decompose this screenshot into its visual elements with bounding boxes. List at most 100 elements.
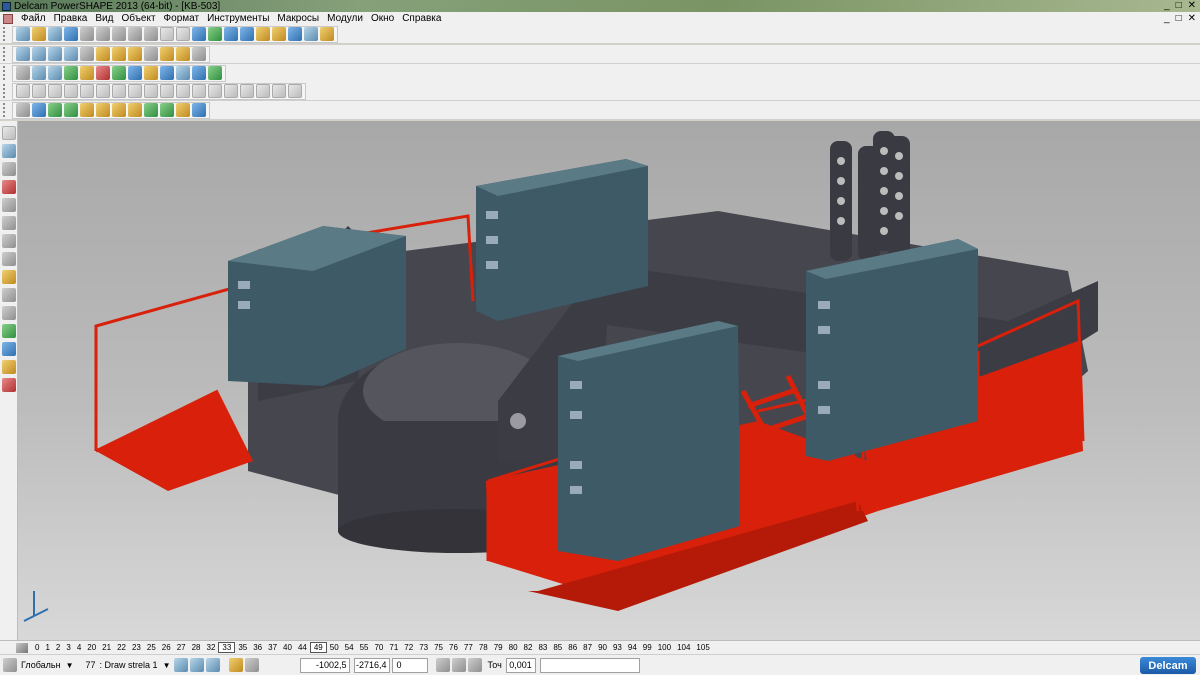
surface-icon[interactable] bbox=[272, 27, 286, 41]
surface-spline-icon[interactable] bbox=[208, 84, 222, 98]
menu-object[interactable]: Объект bbox=[117, 13, 159, 24]
toolbar-grip[interactable] bbox=[3, 47, 9, 61]
level-86[interactable]: 86 bbox=[565, 643, 580, 652]
project-icon[interactable] bbox=[1, 306, 16, 320]
menu-window[interactable]: Окно bbox=[367, 13, 398, 24]
tolerance-field[interactable]: 0,001 bbox=[505, 657, 536, 673]
tolerance-icon[interactable] bbox=[468, 658, 483, 672]
level-70[interactable]: 70 bbox=[371, 643, 386, 652]
solid-analysis-icon[interactable] bbox=[176, 103, 190, 117]
box-icon[interactable] bbox=[144, 66, 158, 80]
view-top-icon[interactable] bbox=[48, 47, 62, 61]
undo-icon[interactable] bbox=[160, 27, 174, 41]
rotate-icon[interactable] bbox=[1, 252, 16, 266]
level-79[interactable]: 79 bbox=[491, 643, 506, 652]
surface-corner-icon[interactable] bbox=[240, 84, 254, 98]
solid-mirror-icon[interactable] bbox=[144, 103, 158, 117]
level-49[interactable]: 49 bbox=[309, 642, 327, 653]
level-32[interactable]: 32 bbox=[204, 643, 219, 652]
solid-shell-icon[interactable] bbox=[112, 103, 126, 117]
open-file-icon[interactable] bbox=[32, 27, 46, 41]
surface-loft-icon[interactable] bbox=[64, 84, 78, 98]
intelligent-cursor-icon[interactable] bbox=[452, 658, 467, 672]
level-71[interactable]: 71 bbox=[386, 643, 401, 652]
menu-view[interactable]: Вид bbox=[91, 13, 117, 24]
arc-icon[interactable] bbox=[240, 27, 254, 41]
doc-close-button[interactable]: ✕ bbox=[1188, 13, 1196, 24]
menu-tools[interactable]: Инструменты bbox=[203, 13, 273, 24]
curve-icon[interactable] bbox=[256, 27, 270, 41]
command-field[interactable] bbox=[539, 657, 640, 673]
view-rotate-icon[interactable] bbox=[80, 47, 94, 61]
level-23[interactable]: 23 bbox=[129, 643, 144, 652]
surface-extrude-icon[interactable] bbox=[16, 84, 30, 98]
level-1[interactable]: 1 bbox=[42, 643, 52, 652]
selection-filter-icon[interactable] bbox=[1, 144, 16, 158]
surface-fill-icon[interactable] bbox=[128, 84, 142, 98]
view-iso-icon[interactable] bbox=[16, 47, 30, 61]
toolbar-grip[interactable] bbox=[3, 66, 9, 80]
level-28[interactable]: 28 bbox=[189, 643, 204, 652]
level-83[interactable]: 83 bbox=[535, 643, 550, 652]
level-94[interactable]: 94 bbox=[625, 643, 640, 652]
level-22[interactable]: 22 bbox=[114, 643, 129, 652]
level-50[interactable]: 50 bbox=[327, 643, 342, 652]
erase-icon[interactable] bbox=[1, 378, 16, 392]
position-icon[interactable] bbox=[436, 658, 451, 672]
arrow-icon[interactable] bbox=[112, 66, 126, 80]
scale-icon[interactable] bbox=[1, 234, 16, 248]
z-coordinate-field[interactable]: 0 bbox=[392, 657, 429, 673]
level-104[interactable]: 104 bbox=[674, 643, 693, 652]
light-icon[interactable] bbox=[176, 47, 190, 61]
assembly-icon[interactable] bbox=[208, 66, 222, 80]
close-file-icon[interactable] bbox=[48, 27, 62, 41]
solid-cut-icon[interactable] bbox=[80, 103, 94, 117]
level-85[interactable]: 85 bbox=[550, 643, 565, 652]
level-99[interactable]: 99 bbox=[640, 643, 655, 652]
zoom-in-icon[interactable] bbox=[96, 47, 110, 61]
offset-icon[interactable] bbox=[1, 288, 16, 302]
workplane-icon[interactable] bbox=[160, 66, 174, 80]
surface-trim-icon[interactable] bbox=[112, 84, 126, 98]
star-icon[interactable] bbox=[1, 270, 16, 284]
close-button[interactable]: ✕ bbox=[1188, 0, 1196, 11]
level-26[interactable]: 26 bbox=[159, 643, 174, 652]
level-90[interactable]: 90 bbox=[595, 643, 610, 652]
solid-icon[interactable] bbox=[288, 27, 302, 41]
solid-history-icon[interactable] bbox=[160, 103, 174, 117]
level-54[interactable]: 54 bbox=[342, 643, 357, 652]
solid-boolean-icon[interactable] bbox=[64, 103, 78, 117]
document-icon[interactable] bbox=[32, 66, 46, 80]
level-2[interactable]: 2 bbox=[53, 643, 63, 652]
menu-modules[interactable]: Модули bbox=[323, 13, 367, 24]
select-icon[interactable] bbox=[192, 27, 206, 41]
menu-macros[interactable]: Макросы bbox=[273, 13, 323, 24]
circle-icon[interactable] bbox=[224, 27, 238, 41]
surface-offset-icon[interactable] bbox=[80, 84, 94, 98]
zoom-fit-icon[interactable] bbox=[128, 47, 142, 61]
y-coordinate-field[interactable]: -2716,4 bbox=[354, 657, 391, 673]
surface-edge-icon[interactable] bbox=[256, 84, 270, 98]
grid-icon[interactable] bbox=[245, 658, 260, 672]
minimize-button[interactable]: _ bbox=[1164, 0, 1170, 11]
pan-icon[interactable] bbox=[192, 47, 206, 61]
doc-minimize-button[interactable]: _ bbox=[1164, 13, 1170, 24]
solid-move-icon[interactable] bbox=[32, 103, 46, 117]
mesh-icon[interactable] bbox=[304, 27, 318, 41]
solid-feature-icon[interactable] bbox=[48, 103, 62, 117]
dimension-icon[interactable] bbox=[1, 342, 16, 356]
level-44[interactable]: 44 bbox=[295, 643, 310, 652]
level-select[interactable]: 77 : Draw strela 1 ▼ bbox=[83, 658, 174, 673]
graphics-viewport[interactable] bbox=[18, 121, 1200, 640]
level-93[interactable]: 93 bbox=[610, 643, 625, 652]
level-105[interactable]: 105 bbox=[693, 643, 712, 652]
surface-wave-icon[interactable] bbox=[224, 84, 238, 98]
paste-icon[interactable] bbox=[128, 27, 142, 41]
level-76[interactable]: 76 bbox=[446, 643, 461, 652]
wireframe-icon[interactable] bbox=[144, 47, 158, 61]
toolbar-grip[interactable] bbox=[3, 27, 9, 41]
level-55[interactable]: 55 bbox=[357, 643, 372, 652]
zoom-out-icon[interactable] bbox=[112, 47, 126, 61]
level-toggle-icon[interactable] bbox=[174, 658, 189, 672]
menu-help[interactable]: Справка bbox=[398, 13, 445, 24]
